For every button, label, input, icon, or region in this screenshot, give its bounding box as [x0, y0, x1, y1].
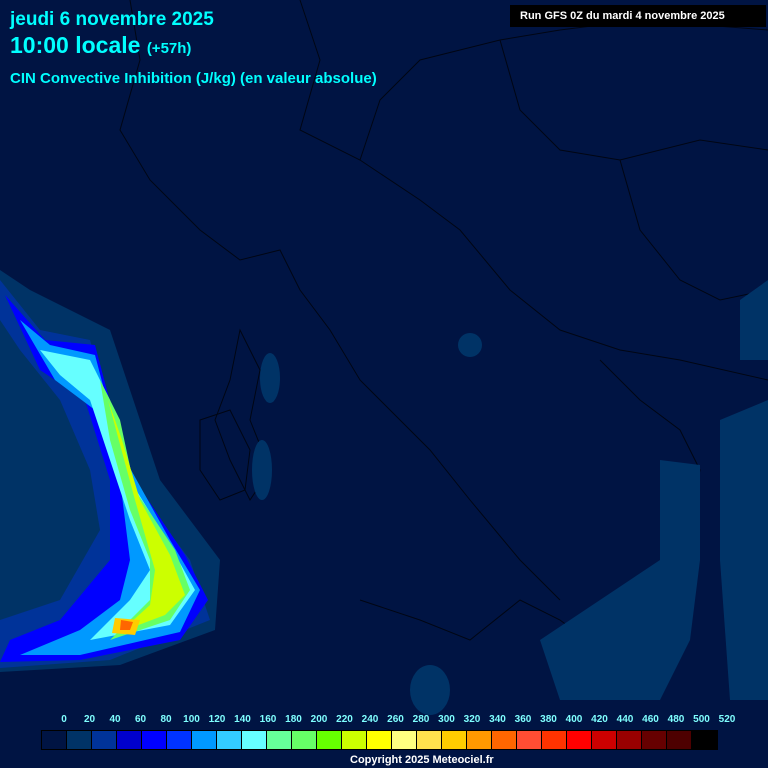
- legend-swatch: [567, 731, 592, 749]
- legend-label: 340: [489, 714, 506, 725]
- cin-map: [0, 0, 768, 715]
- legend-swatch: [42, 731, 67, 749]
- legend-swatch: [642, 731, 667, 749]
- legend-label: 440: [616, 714, 634, 725]
- legend-swatch: [317, 731, 342, 749]
- legend-label: 280: [412, 714, 430, 725]
- legend-label: 480: [667, 714, 685, 725]
- legend-label: 420: [591, 714, 608, 725]
- legend-label: 320: [463, 714, 481, 725]
- legend-swatch: [142, 731, 167, 749]
- forecast-lead: (+57h): [146, 40, 192, 57]
- legend-label: 0: [61, 714, 67, 725]
- legend-label: 360: [514, 714, 532, 725]
- legend-label: 40: [109, 714, 121, 725]
- copyright: Copyright 2025 Meteociel.fr: [350, 754, 494, 766]
- legend-swatch: [692, 731, 717, 749]
- run-info: Run GFS 0Z du mardi 4 novembre 2025: [510, 5, 766, 27]
- legend-swatch: [617, 731, 642, 749]
- legend-label: 460: [642, 714, 659, 725]
- legend-swatch: [92, 731, 117, 749]
- legend-label: 100: [183, 714, 200, 725]
- legend-swatch: [267, 731, 292, 749]
- legend-swatch: [192, 731, 217, 749]
- legend-swatch: [442, 731, 467, 749]
- legend-label: 300: [438, 714, 455, 725]
- legend-label: 140: [234, 714, 251, 725]
- legend-label: 20: [83, 714, 96, 725]
- legend-label: 260: [387, 714, 404, 725]
- legend-label: 380: [540, 714, 557, 725]
- legend-swatch: [392, 731, 417, 749]
- legend-labels: 0 20 40 60 80 100 120 140 160 180 200 220 240 260 280 3…: [0, 714, 768, 728]
- legend-swatch: [467, 731, 492, 749]
- legend-label: 520: [718, 714, 736, 725]
- legend-swatch: [217, 731, 242, 749]
- legend-swatch: [367, 731, 392, 749]
- legend-swatch: [592, 731, 617, 749]
- legend-swatch: [167, 731, 192, 749]
- legend-swatch: [517, 731, 542, 749]
- forecast-date: jeudi 6 novembre 2025: [10, 9, 214, 30]
- legend-swatch: [67, 731, 92, 749]
- cin-field: [0, 270, 768, 715]
- parameter-title: CIN Convective Inhibition (J/kg) (en val…: [10, 70, 377, 87]
- legend-swatch: [492, 731, 517, 749]
- legend-color-bar: [41, 730, 718, 750]
- legend-label: 60: [134, 714, 147, 725]
- legend-label: 80: [160, 714, 172, 725]
- forecast-hour: 10:00 locale: [10, 32, 141, 58]
- legend-swatch: [292, 731, 317, 749]
- forecast-time: 10:00 locale (+57h): [10, 32, 191, 59]
- legend-label: 220: [336, 714, 353, 725]
- legend-swatch: [542, 731, 567, 749]
- legend-label: 120: [208, 714, 226, 725]
- legend-label: 500: [693, 714, 710, 725]
- legend-swatch: [342, 731, 367, 749]
- legend-label: 240: [361, 714, 379, 725]
- legend-swatch: [117, 731, 142, 749]
- legend-swatch: [242, 731, 267, 749]
- legend-swatch: [417, 731, 442, 749]
- legend-label: 200: [310, 714, 328, 725]
- legend-swatch: [667, 731, 692, 749]
- legend-label: 400: [565, 714, 583, 725]
- legend-label: 180: [285, 714, 302, 725]
- legend-label: 160: [259, 714, 277, 725]
